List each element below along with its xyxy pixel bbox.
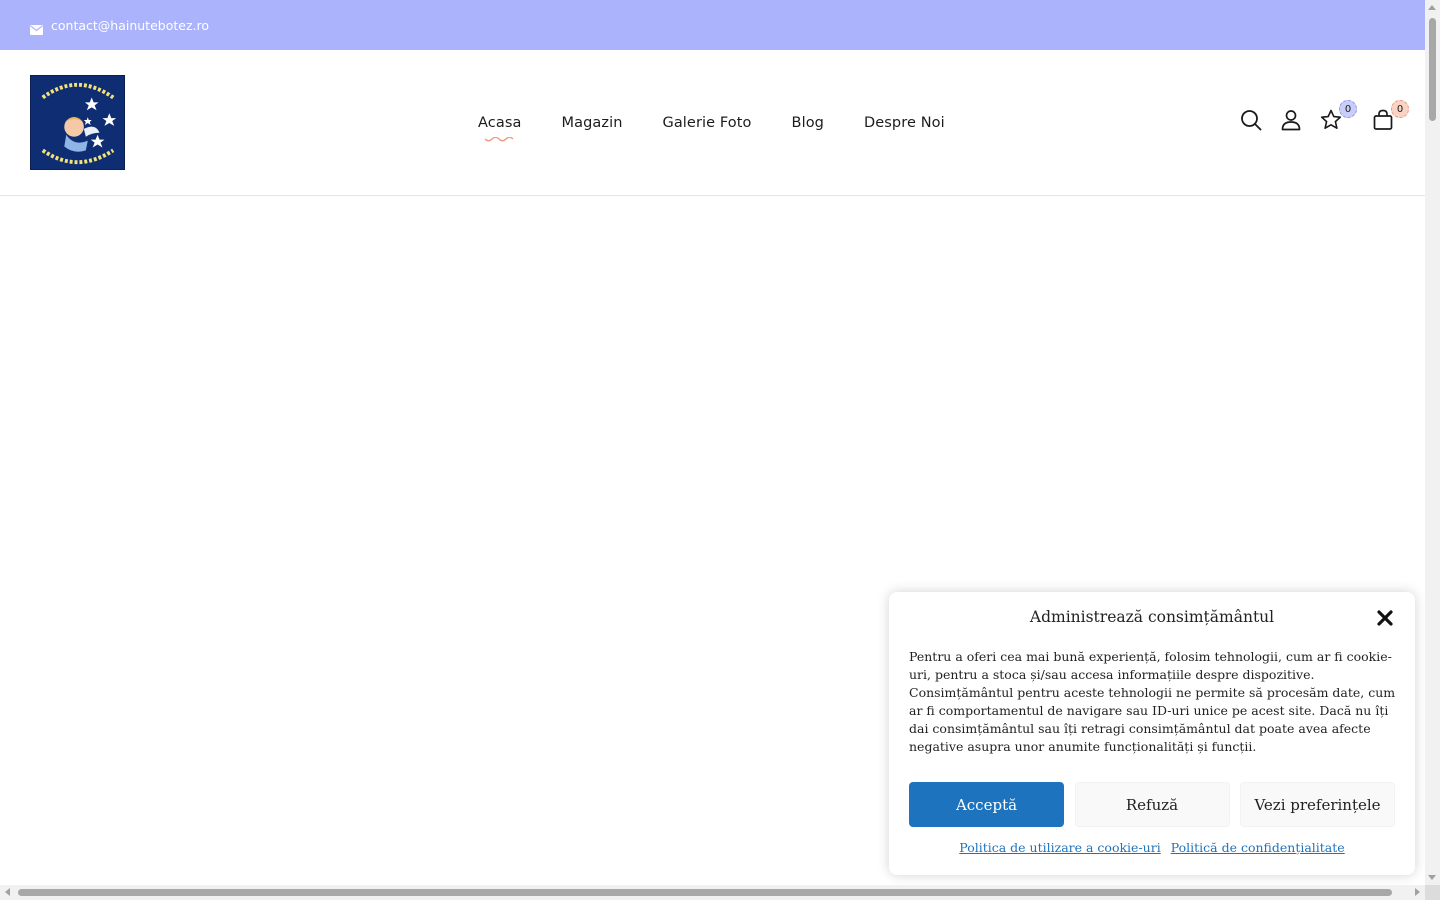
mail-icon bbox=[30, 20, 43, 35]
user-icon bbox=[1281, 110, 1301, 131]
nav-item-blog[interactable]: Blog bbox=[792, 115, 824, 131]
nav-item-label: Galerie Foto bbox=[662, 115, 752, 131]
cookie-dialog-actions: Acceptă Refuză Vezi preferințele bbox=[909, 782, 1395, 827]
view-preferences-button[interactable]: Vezi preferințele bbox=[1240, 782, 1395, 827]
vertical-scroll-thumb[interactable] bbox=[1429, 18, 1436, 121]
search-icon bbox=[1241, 110, 1262, 131]
cart-count-badge: 0 bbox=[1391, 100, 1409, 118]
privacy-policy-link[interactable]: Politică de confidențialitate bbox=[1171, 840, 1345, 855]
wishlist-button[interactable]: 0 bbox=[1319, 100, 1357, 132]
nav-item-galerie-foto[interactable]: Galerie Foto bbox=[662, 115, 751, 131]
vertical-scrollbar[interactable] bbox=[1425, 0, 1440, 885]
scroll-down-arrow-icon[interactable] bbox=[1428, 875, 1436, 880]
nav-item-label: Acasa bbox=[478, 115, 522, 131]
close-icon bbox=[1377, 610, 1393, 626]
nav-item-magazin[interactable]: Magazin bbox=[561, 115, 622, 131]
wishlist-count-badge: 0 bbox=[1339, 100, 1357, 118]
horizontal-scroll-thumb[interactable] bbox=[18, 889, 1392, 896]
account-button[interactable] bbox=[1279, 108, 1303, 132]
top-bar: contact@hainutebotez.ro bbox=[0, 0, 1425, 50]
active-underline bbox=[484, 137, 514, 142]
nav-item-label: Despre Noi bbox=[863, 115, 945, 131]
nav-item-label: Blog bbox=[791, 115, 824, 131]
deny-button[interactable]: Refuză bbox=[1074, 782, 1230, 827]
horizontal-scrollbar[interactable] bbox=[0, 885, 1425, 900]
contact-email-link[interactable]: contact@hainutebotez.ro bbox=[51, 18, 209, 33]
nav-item-despre-noi[interactable]: Despre Noi bbox=[864, 115, 945, 131]
scroll-left-arrow-icon[interactable] bbox=[5, 888, 10, 896]
site-header: Acasa Magazin Galerie Foto Blog Despre N… bbox=[0, 50, 1425, 196]
header-actions: 0 0 bbox=[1223, 100, 1409, 132]
cookie-dialog-title: Administrează consimțământul bbox=[1029, 608, 1275, 626]
cookie-policy-link[interactable]: Politica de utilizare a cookie-uri bbox=[959, 840, 1160, 855]
logo-image bbox=[31, 76, 124, 169]
scroll-up-arrow-icon[interactable] bbox=[1428, 5, 1436, 10]
nav-item-acasa[interactable]: Acasa bbox=[478, 115, 522, 142]
site-logo[interactable] bbox=[30, 75, 125, 170]
cart-button[interactable]: 0 bbox=[1371, 100, 1409, 132]
scrollbar-corner bbox=[1425, 885, 1440, 900]
nav-item-label: Magazin bbox=[561, 115, 623, 131]
cookie-consent-dialog: Administrează consimțământul Pentru a of… bbox=[889, 592, 1415, 875]
cookie-dialog-message: Pentru a oferi cea mai bună experiență, … bbox=[909, 649, 1396, 754]
accept-button[interactable]: Acceptă bbox=[909, 782, 1064, 827]
search-button[interactable] bbox=[1239, 108, 1263, 132]
main-navigation: Acasa Magazin Galerie Foto Blog Despre N… bbox=[478, 50, 945, 196]
cookie-dialog-links: Politica de utilizare a cookie-uri Polit… bbox=[889, 840, 1415, 855]
cookie-close-button[interactable] bbox=[1375, 608, 1395, 628]
scroll-right-arrow-icon[interactable] bbox=[1415, 888, 1420, 896]
